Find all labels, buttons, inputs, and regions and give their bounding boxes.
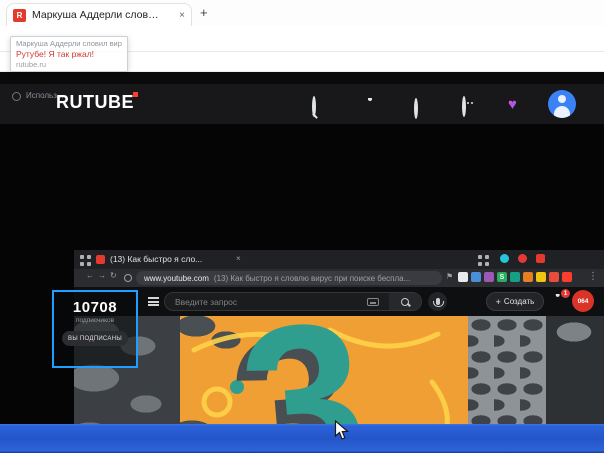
recorded-avatar-badge: 064 [572, 290, 594, 312]
recorded-tab-favicon [96, 255, 105, 264]
recorded-menu-burger-icon [148, 297, 159, 306]
recorded-ext-icon-s: S [497, 272, 507, 282]
create-label: Создать [504, 297, 534, 306]
browser-tab-strip: R Маркуша Аддерли словил вирус × + [0, 0, 604, 26]
taskbar: пуск R Маркуша Аддерли с... EN 12:07 [0, 424, 604, 453]
recorded-red-square-icon [536, 254, 545, 263]
recorded-ext-icon-7 [549, 272, 559, 282]
status-face-icon[interactable] [462, 98, 466, 116]
magnifier-shape [401, 298, 409, 306]
recorded-ext-icon-6 [536, 272, 546, 282]
rutube-logo-dot [133, 92, 138, 97]
tab-tooltip: Маркуша Аддерли словил вирус на Рутубе! … [10, 36, 128, 72]
recorded-url-field: www.youtube.com (13) Как быстро я словлю… [136, 271, 442, 285]
tooltip-title-line1: Маркуша Аддерли словил вирус на [16, 39, 122, 48]
recorded-host: www.youtube.com [144, 274, 209, 283]
subscriber-caption: подписчиков [54, 317, 136, 324]
recorded-site-info-icon [124, 274, 132, 282]
video-player[interactable]: (13) Как быстро я сло... × ← → ↻ www.you… [0, 124, 604, 424]
subscribed-button: ВЫ ПОДПИСАНЫ [62, 331, 128, 346]
recorded-forward-icon: → [98, 272, 106, 280]
mouse-cursor [334, 420, 349, 446]
voice-search-icon [428, 292, 447, 311]
recorded-ext-icon-1 [458, 272, 468, 282]
keyboard-icon [367, 298, 379, 306]
tab-title: Маркуша Аддерли словил вирус [32, 9, 162, 21]
recorded-tab-title: (13) Как быстро я сло... [110, 254, 202, 264]
browser-tab[interactable]: R Маркуша Аддерли словил вирус × [6, 3, 192, 26]
recorded-ext-icon-3 [484, 272, 494, 282]
recorded-menu-icon: ⋮ [588, 272, 598, 282]
notification-badge: 1 [561, 289, 570, 298]
recorded-ext-icon-8 [562, 272, 572, 282]
mic-shape [436, 298, 440, 305]
tooltip-domain: rutube.ru [16, 60, 122, 69]
profile-avatar-button[interactable] [548, 90, 576, 118]
favorites-heart-icon[interactable]: ♥ [508, 96, 517, 114]
recorded-ext-icon-4 [510, 272, 520, 282]
theme-brightness-icon[interactable] [414, 100, 418, 118]
recorded-reload-icon: ↻ [110, 272, 117, 280]
sun-shape [414, 98, 418, 119]
recorded-teal-dot-icon [500, 254, 509, 263]
magnifier-shape [312, 96, 316, 117]
notice-icon [12, 92, 21, 101]
recorded-create-button: + Создать [486, 292, 544, 311]
subscriber-count: 10708 [54, 299, 136, 316]
search-icon[interactable] [312, 98, 316, 116]
tab-close-icon[interactable]: × [179, 10, 185, 21]
tooltip-title-line2: Рутубе! Я так ржал! [16, 49, 122, 59]
recorded-search-field [164, 292, 422, 311]
rutube-logo[interactable]: RUTUBE [56, 92, 134, 113]
search-input [175, 294, 345, 309]
recorded-ext-icon-2 [471, 272, 481, 282]
new-tab-button[interactable]: + [200, 5, 208, 20]
recorded-red-dot-icon [518, 254, 527, 263]
recorded-flag-icon: ⚑ [446, 272, 453, 281]
subscriber-highlight-panel: 10708 подписчиков ВЫ ПОДПИСАНЫ [52, 290, 138, 368]
recorded-ext-icon-5 [523, 272, 533, 282]
search-submit-icon [389, 293, 421, 310]
heart-shape: ♥ [508, 96, 517, 113]
desktop: R Маркуша Аддерли словил вирус × + ← → ↻… [0, 0, 604, 453]
face-shape [462, 96, 466, 117]
recorded-page-title: (13) Как быстро я словлю вирус при поиск… [214, 274, 410, 283]
plus-icon: + [496, 297, 501, 307]
recorded-tab-close-icon: × [236, 254, 241, 263]
recorded-back-icon: ← [86, 272, 94, 280]
rutube-favicon-icon: R [13, 9, 26, 22]
